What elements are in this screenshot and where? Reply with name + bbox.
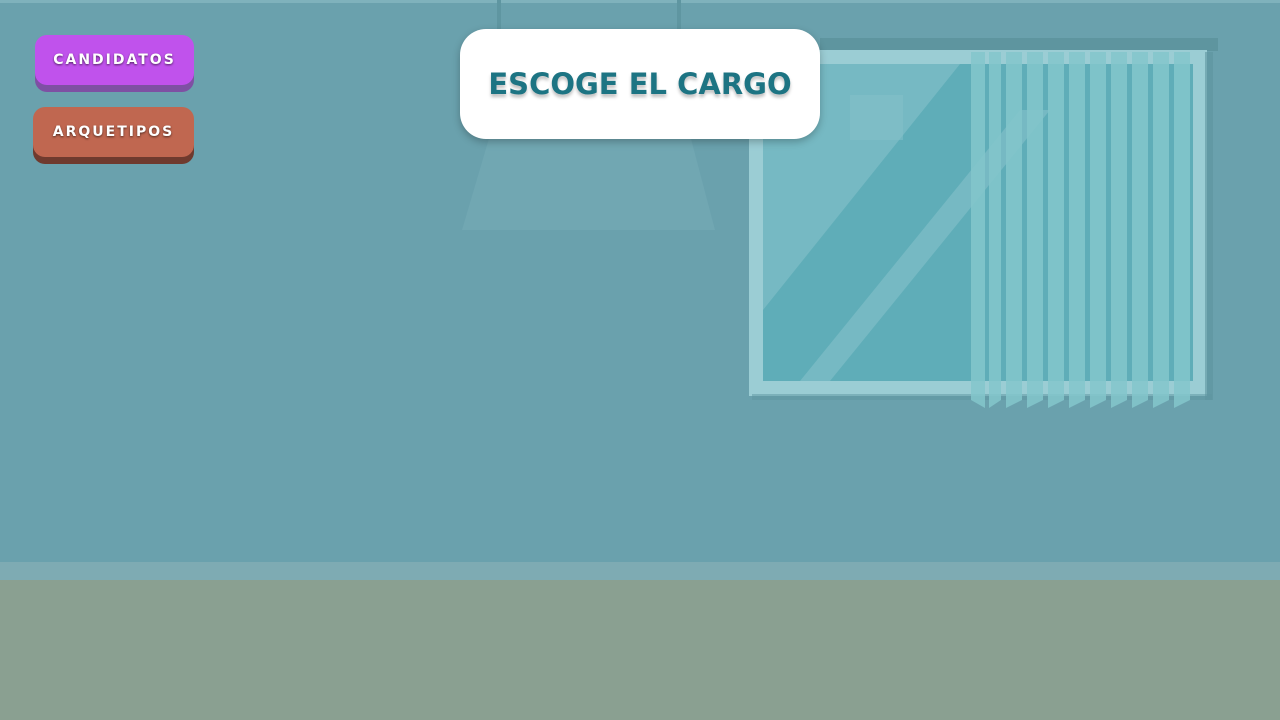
candidatos-button[interactable]: CANDIDATOS	[35, 35, 194, 85]
title-card: ESCOGE EL CARGO	[460, 29, 820, 139]
arquetipos-button[interactable]: ARQUETIPOS	[33, 107, 194, 157]
light-cone	[462, 135, 715, 230]
ceiling-line	[0, 0, 1280, 3]
floor	[0, 580, 1280, 720]
arquetipos-button-label: ARQUETIPOS	[52, 124, 175, 140]
baseboard	[0, 562, 1280, 580]
page-title: ESCOGE EL CARGO	[488, 67, 792, 101]
candidatos-button-label: CANDIDATOS	[53, 52, 176, 68]
